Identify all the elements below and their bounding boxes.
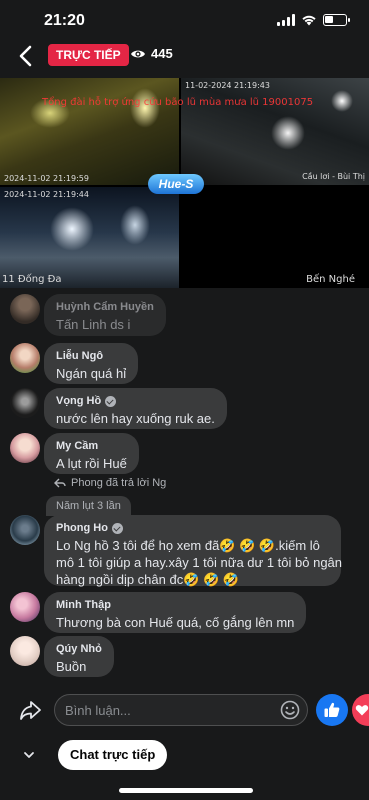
viewer-count-value: 445	[151, 46, 173, 61]
avatar[interactable]	[10, 294, 40, 324]
signal-icon	[277, 14, 295, 26]
cam3-timestamp: 2024-11-02 21:19:44	[4, 190, 89, 199]
cam1-timestamp: 2024-11-02 21:19:59	[4, 174, 89, 183]
comment-author[interactable]: My Cầm	[56, 440, 127, 452]
bottom-controls: Chat trực tiếp	[0, 738, 369, 774]
camera-feed-2: 11-02-2024 21:19:43 Cầu lơi - Bùi Thị	[181, 78, 369, 185]
comment-input[interactable]	[54, 694, 308, 726]
cam2-timestamp: 11-02-2024 21:19:43	[185, 81, 270, 90]
camera-feed-1: 2024-11-02 21:19:59	[0, 78, 179, 185]
battery-icon	[323, 14, 350, 26]
love-button[interactable]	[352, 694, 369, 726]
wifi-icon	[302, 15, 316, 26]
live-video[interactable]: 2024-11-02 21:19:59 11-02-2024 21:19:43 …	[0, 78, 369, 288]
home-indicator[interactable]	[119, 788, 253, 793]
reply-context: Năm lụt 3 lần	[46, 496, 131, 516]
comment-text-line: mô 1 tôi giúp a hay.xây 1 tôi nữa dư 1 t…	[56, 555, 343, 570]
comment-text: Thương bà con Huế quá, cố gắng lên mn	[56, 615, 295, 630]
eye-icon	[131, 50, 145, 57]
live-header: TRỰC TIẾP 445	[0, 40, 369, 72]
chevron-down-icon[interactable]	[20, 746, 38, 764]
cam2-label: Cầu lơi - Bùi Thị	[302, 172, 365, 181]
emoji-icon[interactable]	[280, 700, 300, 720]
comment-composer	[0, 688, 369, 734]
viewer-count: 445	[130, 46, 173, 61]
avatar[interactable]	[10, 592, 40, 622]
comment-author[interactable]: Liễu Ngô	[56, 350, 126, 362]
comment-author[interactable]: Huỳnh Cẩm Huyền	[56, 301, 154, 313]
reply-indicator: Phong đã trả lời Ng	[54, 477, 166, 489]
avatar[interactable]	[10, 636, 40, 666]
comment-text-line: Lo Ng hồ 3 tôi để họ xem đã🤣 🤣 🤣.kiếm lô	[56, 538, 320, 553]
thumbs-up-icon	[324, 702, 340, 717]
comment-bubble[interactable]: Qúy Nhỏ Buồn	[44, 636, 114, 677]
comment-author-row: Vọng Hồ	[56, 395, 215, 407]
verified-icon	[111, 522, 123, 534]
comment-author[interactable]: Vọng Hồ	[56, 395, 101, 407]
cam3-label: 11 Đống Đa	[2, 274, 62, 285]
comment-text: Buồn	[56, 659, 87, 674]
comment-bubble[interactable]: Huỳnh Cẩm Huyền Tấn Linh ds i	[44, 294, 166, 336]
video-overlay-text: Tổng đài hỗ trợ ứng cứu bão lũ mùa mưa l…	[42, 97, 314, 108]
comment-author[interactable]: Minh Thập	[56, 599, 294, 611]
live-badge: TRỰC TIẾP	[48, 44, 129, 66]
status-bar: 21:20	[0, 0, 369, 40]
avatar[interactable]	[10, 343, 40, 373]
avatar[interactable]	[10, 388, 40, 418]
comment-bubble[interactable]: Liễu Ngô Ngán quá hỉ	[44, 343, 139, 384]
comment-bubble[interactable]: Vọng Hồ nước lên hay xuống ruk ae.	[44, 388, 227, 429]
avatar[interactable]	[10, 515, 40, 545]
comment-author-row: Phong Ho	[56, 522, 329, 534]
comment-text-line: hàng ngồi dịp chân đc🤣 🤣 🤣	[56, 572, 239, 587]
comment-text: nước lên hay xuống ruk ae.	[56, 411, 215, 426]
live-chat-button[interactable]: Chat trực tiếp	[58, 740, 168, 770]
status-time: 21:20	[44, 12, 85, 29]
comment-bubble[interactable]: My Cầm A lụt rồi Huế	[44, 433, 139, 474]
camera-feed-3: 2024-11-02 21:19:44 11 Đống Đa	[0, 187, 179, 288]
comment-text: Lo Ng hồ 3 tôi để họ xem đã🤣 🤣 🤣.kiếm lô…	[56, 537, 343, 589]
heart-icon	[355, 705, 369, 716]
hue-s-logo: Hue-S	[148, 174, 204, 194]
like-button[interactable]	[316, 694, 348, 726]
comment-bubble[interactable]: Phong Ho Lo Ng hồ 3 tôi để họ xem đã🤣 🤣 …	[44, 515, 343, 589]
comment-text: Ngán quá hỉ	[56, 366, 127, 381]
share-icon[interactable]	[18, 698, 44, 724]
back-arrow-icon[interactable]	[14, 42, 40, 70]
reply-indicator-text: Phong đã trả lời Ng	[71, 477, 167, 489]
avatar[interactable]	[10, 433, 40, 463]
verified-icon	[105, 395, 117, 407]
comment-text: A lụt rồi Huế	[56, 456, 127, 471]
reply-icon	[54, 478, 66, 488]
cam4-label: Bến Nghé	[306, 274, 355, 285]
comment-author[interactable]: Qúy Nhỏ	[56, 643, 102, 655]
comment-bubble[interactable]: Minh Thập Thương bà con Huế quá, cố gắng…	[44, 592, 307, 633]
camera-feed-4: Bến Nghé	[181, 187, 369, 288]
comment-text: Tấn Linh ds i	[56, 317, 131, 332]
comment-author[interactable]: Phong Ho	[56, 522, 108, 534]
status-icons	[277, 14, 350, 26]
